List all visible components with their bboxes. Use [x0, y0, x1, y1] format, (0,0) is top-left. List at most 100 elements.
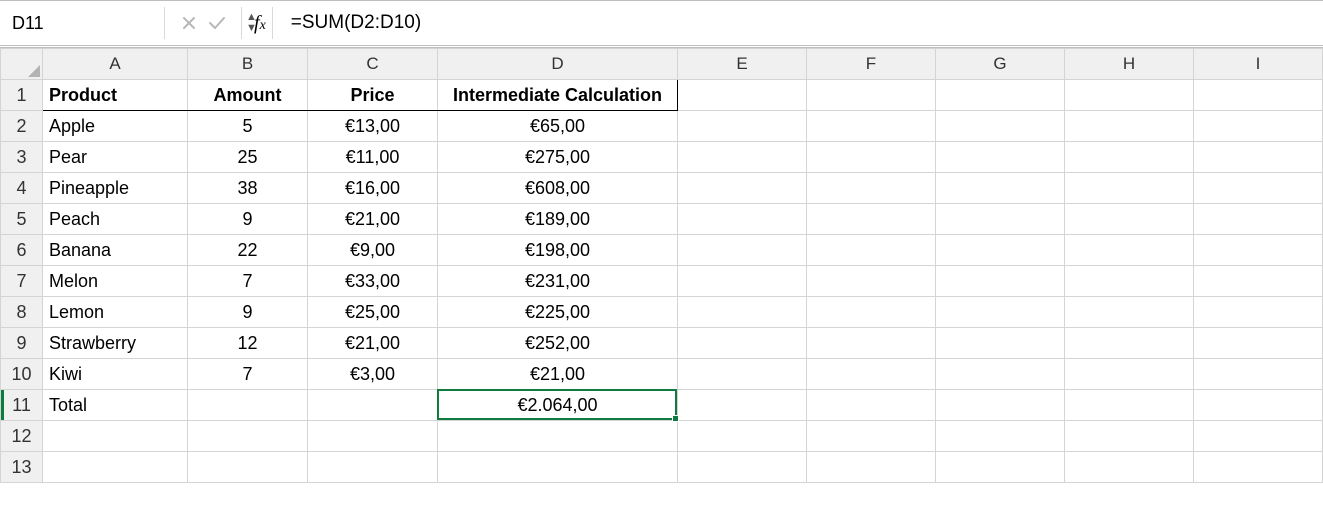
cell-H8[interactable]	[1065, 297, 1194, 328]
cell-C2[interactable]: €13,00	[308, 111, 438, 142]
cell-G7[interactable]	[936, 266, 1065, 297]
cell-D11[interactable]: €2.064,00	[438, 390, 678, 421]
cell-E3[interactable]	[678, 142, 807, 173]
formula-input[interactable]: =SUM(D2:D10)	[291, 12, 1319, 34]
cell-B3[interactable]: 25	[188, 142, 308, 173]
cell-C8[interactable]: €25,00	[308, 297, 438, 328]
cell-E11[interactable]	[678, 390, 807, 421]
cell-G8[interactable]	[936, 297, 1065, 328]
cell-D10[interactable]: €21,00	[438, 359, 678, 390]
row-header-12[interactable]: 12	[1, 421, 43, 452]
cell-E4[interactable]	[678, 173, 807, 204]
cell-I13[interactable]	[1194, 452, 1323, 483]
cell-F8[interactable]	[807, 297, 936, 328]
cell-I4[interactable]	[1194, 173, 1323, 204]
cell-I8[interactable]	[1194, 297, 1323, 328]
cell-G3[interactable]	[936, 142, 1065, 173]
cell-E12[interactable]	[678, 421, 807, 452]
cell-A6[interactable]: Banana	[43, 235, 188, 266]
cell-F3[interactable]	[807, 142, 936, 173]
cell-B8[interactable]: 9	[188, 297, 308, 328]
cell-H11[interactable]	[1065, 390, 1194, 421]
col-header-H[interactable]: H	[1065, 49, 1194, 80]
cell-C5[interactable]: €21,00	[308, 204, 438, 235]
cell-D3[interactable]: €275,00	[438, 142, 678, 173]
row-header-7[interactable]: 7	[1, 266, 43, 297]
cell-G9[interactable]	[936, 328, 1065, 359]
row-header-6[interactable]: 6	[1, 235, 43, 266]
cancel-button[interactable]	[175, 15, 203, 31]
cell-E13[interactable]	[678, 452, 807, 483]
cell-I3[interactable]	[1194, 142, 1323, 173]
cell-H6[interactable]	[1065, 235, 1194, 266]
cell-C10[interactable]: €3,00	[308, 359, 438, 390]
row-header-1[interactable]: 1	[1, 80, 43, 111]
cell-B11[interactable]	[188, 390, 308, 421]
cell-I10[interactable]	[1194, 359, 1323, 390]
cell-D7[interactable]: €231,00	[438, 266, 678, 297]
cell-H3[interactable]	[1065, 142, 1194, 173]
cell-C9[interactable]: €21,00	[308, 328, 438, 359]
cell-B12[interactable]	[188, 421, 308, 452]
row-header-9[interactable]: 9	[1, 328, 43, 359]
cell-G5[interactable]	[936, 204, 1065, 235]
cell-C7[interactable]: €33,00	[308, 266, 438, 297]
cell-E2[interactable]	[678, 111, 807, 142]
cell-H12[interactable]	[1065, 421, 1194, 452]
cell-E6[interactable]	[678, 235, 807, 266]
cell-B9[interactable]: 12	[188, 328, 308, 359]
row-header-4[interactable]: 4	[1, 173, 43, 204]
cell-C12[interactable]	[308, 421, 438, 452]
cell-G11[interactable]	[936, 390, 1065, 421]
cell-H1[interactable]	[1065, 80, 1194, 111]
cell-C4[interactable]: €16,00	[308, 173, 438, 204]
cell-G13[interactable]	[936, 452, 1065, 483]
col-header-C[interactable]: C	[308, 49, 438, 80]
col-header-D[interactable]: D	[438, 49, 678, 80]
cell-C3[interactable]: €11,00	[308, 142, 438, 173]
cell-D2[interactable]: €65,00	[438, 111, 678, 142]
cell-A5[interactable]: Peach	[43, 204, 188, 235]
cell-B7[interactable]: 7	[188, 266, 308, 297]
cell-H9[interactable]	[1065, 328, 1194, 359]
cell-B2[interactable]: 5	[188, 111, 308, 142]
col-header-G[interactable]: G	[936, 49, 1065, 80]
cell-A3[interactable]: Pear	[43, 142, 188, 173]
cell-F13[interactable]	[807, 452, 936, 483]
cell-F10[interactable]	[807, 359, 936, 390]
cell-H2[interactable]	[1065, 111, 1194, 142]
cell-A11[interactable]: Total	[43, 390, 188, 421]
cell-A7[interactable]: Melon	[43, 266, 188, 297]
cell-C13[interactable]	[308, 452, 438, 483]
cell-F7[interactable]	[807, 266, 936, 297]
cell-G10[interactable]	[936, 359, 1065, 390]
cell-B5[interactable]: 9	[188, 204, 308, 235]
cell-D1[interactable]: Intermediate Calculation	[438, 80, 678, 111]
cell-H5[interactable]	[1065, 204, 1194, 235]
cell-D8[interactable]: €225,00	[438, 297, 678, 328]
cell-E5[interactable]	[678, 204, 807, 235]
cell-A1[interactable]: Product	[43, 80, 188, 111]
cell-E8[interactable]	[678, 297, 807, 328]
cell-F11[interactable]	[807, 390, 936, 421]
cell-H13[interactable]	[1065, 452, 1194, 483]
cell-D12[interactable]	[438, 421, 678, 452]
cell-A2[interactable]: Apple	[43, 111, 188, 142]
cell-H4[interactable]	[1065, 173, 1194, 204]
cell-D5[interactable]: €189,00	[438, 204, 678, 235]
cell-H7[interactable]	[1065, 266, 1194, 297]
cell-B4[interactable]: 38	[188, 173, 308, 204]
cell-D4[interactable]: €608,00	[438, 173, 678, 204]
cell-F1[interactable]	[807, 80, 936, 111]
col-header-E[interactable]: E	[678, 49, 807, 80]
col-header-I[interactable]: I	[1194, 49, 1323, 80]
cell-F9[interactable]	[807, 328, 936, 359]
cell-A10[interactable]: Kiwi	[43, 359, 188, 390]
cell-I2[interactable]	[1194, 111, 1323, 142]
cell-A8[interactable]: Lemon	[43, 297, 188, 328]
cell-B10[interactable]: 7	[188, 359, 308, 390]
cell-I7[interactable]	[1194, 266, 1323, 297]
cell-G4[interactable]	[936, 173, 1065, 204]
cell-B6[interactable]: 22	[188, 235, 308, 266]
cell-G2[interactable]	[936, 111, 1065, 142]
